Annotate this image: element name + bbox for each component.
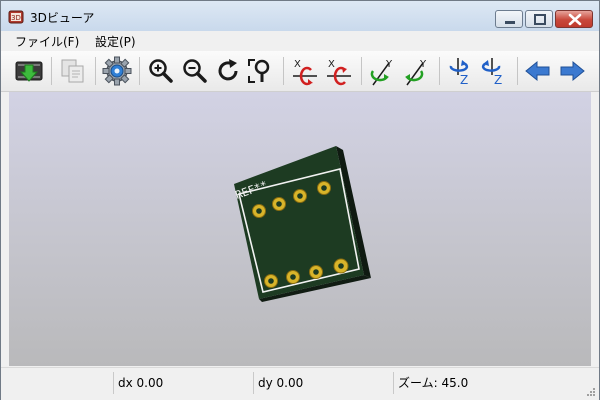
rotate-y-ccw-button[interactable]: Y: [401, 55, 433, 87]
pad: [264, 274, 278, 288]
menu-bar: ファイル(F) 設定(P): [1, 31, 599, 51]
reload-board-icon: [15, 61, 43, 82]
axis-z-label: Z: [460, 73, 468, 87]
rotate-y-cw-icon: Y: [370, 59, 393, 86]
viewer-window: 3D 3Dビューア ファイル(F) 設定(P) X X Y Y Z Z REF*…: [0, 0, 600, 400]
zoom-fit-icon: [248, 59, 270, 83]
window-title: 3Dビューア: [30, 11, 95, 25]
rotate-y-ccw-icon: Y: [405, 59, 427, 86]
close-button[interactable]: [555, 10, 593, 28]
rotate-z-cw-icon: Z: [449, 58, 468, 87]
zoom-fit-button[interactable]: [245, 55, 277, 87]
rotate-x-ccw-button[interactable]: X: [323, 55, 355, 87]
rotate-x-ccw-icon: X: [327, 59, 351, 86]
rotate-z-ccw-button[interactable]: Z: [479, 55, 511, 87]
menu-settings[interactable]: 設定(P): [93, 33, 138, 50]
toolbar-separator: [95, 57, 96, 85]
copy-to-clipboard-icon: [61, 59, 84, 83]
pad: [317, 181, 331, 195]
pan-left-icon: [525, 60, 550, 82]
pan-left-button[interactable]: [523, 55, 555, 87]
pcb-3d-render: REF**: [234, 146, 371, 302]
pad: [252, 204, 266, 218]
axis-y-label: Y: [385, 59, 393, 70]
minimize-button[interactable]: [495, 10, 523, 28]
status-dy: dy 0.00: [258, 376, 304, 390]
pad: [286, 270, 300, 284]
title-bar[interactable]: 3D 3Dビューア: [1, 1, 599, 31]
minimize-icon: [505, 21, 515, 24]
rotate-x-cw-icon: X: [293, 59, 317, 86]
status-divider: [393, 372, 394, 394]
maximize-icon: [534, 14, 546, 25]
axis-y-label: Y: [419, 59, 427, 70]
toolbar-separator: [51, 57, 52, 85]
zoom-in-button[interactable]: [145, 55, 177, 87]
pad: [293, 189, 307, 203]
rotate-x-cw-button[interactable]: X: [289, 55, 321, 87]
pcb-board: REF**: [234, 146, 371, 302]
toolbar-separator: [517, 57, 518, 85]
pad: [272, 197, 286, 211]
axis-z-label: Z: [494, 73, 502, 87]
axis-x-label: X: [328, 59, 335, 70]
toolbar-separator: [283, 57, 284, 85]
rotate-y-cw-button[interactable]: Y: [367, 55, 399, 87]
status-dx: dx 0.00: [118, 376, 164, 390]
reload-board-button[interactable]: [13, 55, 45, 87]
pad: [333, 258, 349, 274]
zoom-out-button[interactable]: [179, 55, 211, 87]
maximize-button[interactable]: [525, 10, 553, 28]
status-divider: [113, 372, 114, 394]
toolbar-separator: [139, 57, 140, 85]
status-bar: dx 0.00 dy 0.00 ズーム: 45.0: [1, 367, 599, 400]
settings-button[interactable]: [101, 55, 133, 87]
toolbar: X X Y Y Z Z: [1, 51, 599, 92]
pan-right-button[interactable]: [555, 55, 587, 87]
rotate-z-ccw-icon: Z: [481, 58, 502, 87]
redraw-button[interactable]: [213, 55, 245, 87]
pan-right-icon: [560, 60, 585, 82]
pad: [309, 265, 323, 279]
status-divider: [253, 372, 254, 394]
status-zoom: ズーム: 45.0: [398, 376, 469, 390]
zoom-out-icon: [183, 59, 207, 83]
resize-grip-icon[interactable]: [586, 387, 596, 397]
redraw-icon: [218, 59, 238, 81]
close-icon: [568, 13, 582, 26]
toolbar-separator: [439, 57, 440, 85]
toolbar-separator: [361, 57, 362, 85]
menu-file[interactable]: ファイル(F): [13, 33, 81, 50]
axis-x-label: X: [294, 59, 301, 70]
3d-viewport[interactable]: REF**: [9, 92, 591, 366]
zoom-in-icon: [149, 59, 173, 83]
app-3d-icon: 3D: [8, 10, 24, 24]
copy-to-clipboard-button[interactable]: [57, 55, 89, 87]
svg-text:3D: 3D: [11, 14, 21, 22]
rotate-z-cw-button[interactable]: Z: [445, 55, 477, 87]
settings-icon: [102, 56, 132, 86]
